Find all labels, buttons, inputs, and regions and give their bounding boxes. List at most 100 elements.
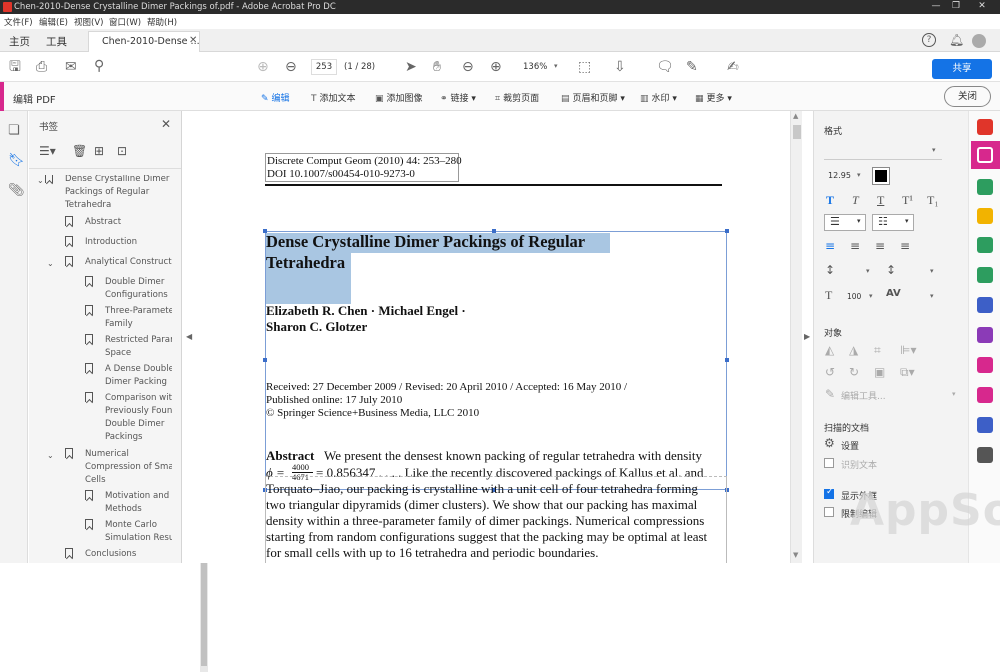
close-panel-icon[interactable]: ✕ — [161, 117, 171, 131]
flip-horizontal-icon[interactable]: ◮ — [849, 343, 858, 357]
link-button[interactable]: ⚭ 链接 ▾ — [440, 91, 476, 104]
bullet-list-select[interactable]: ☰ ▾ — [824, 214, 866, 231]
fit-page-icon[interactable]: ⬚ — [578, 60, 591, 74]
email-icon[interactable]: ✉ — [65, 60, 77, 74]
zoom-level[interactable]: 136% — [523, 62, 547, 72]
gear-icon[interactable]: ⚙ — [824, 436, 835, 450]
export-pdf-icon[interactable] — [977, 179, 993, 195]
align-left-icon[interactable]: ≡ — [825, 239, 835, 253]
comment-tool-icon[interactable] — [977, 208, 993, 224]
font-family-select[interactable]: ▾ — [824, 144, 942, 160]
dropdown-icon[interactable]: ▾ — [857, 171, 861, 179]
prepare-form-icon[interactable] — [977, 357, 993, 373]
resize-handle[interactable] — [725, 229, 729, 233]
menu-window[interactable]: 窗口(W) — [109, 16, 141, 28]
document-scrollbar[interactable]: ▲ ▼ — [790, 111, 802, 563]
dropdown-icon[interactable]: ▾ — [952, 390, 956, 398]
resize-handle[interactable] — [725, 358, 729, 362]
share-button[interactable]: 共享 — [932, 59, 992, 79]
dropdown-icon[interactable]: ▾ — [866, 267, 870, 275]
more-button[interactable]: ▦ 更多 ▾ — [695, 91, 732, 104]
create-pdf-icon[interactable] — [977, 119, 993, 135]
recognize-checkbox[interactable] — [824, 458, 834, 468]
edit-tool-icon[interactable]: ✎ — [825, 387, 835, 401]
send-for-signature-icon[interactable] — [977, 387, 993, 403]
comment-icon[interactable]: 🗨︎ — [656, 60, 674, 74]
subscript-icon[interactable]: T₁ — [927, 193, 939, 208]
arrange-icon[interactable]: ⧉▾ — [900, 365, 915, 380]
organize-pages-icon[interactable] — [977, 267, 993, 283]
dropdown-icon[interactable]: ▾ — [930, 292, 934, 300]
underline-icon[interactable]: T — [877, 193, 884, 208]
new-bookmark-icon[interactable]: ⊞ — [94, 144, 104, 158]
dropdown-icon[interactable]: ▾ — [869, 292, 873, 300]
sign-icon[interactable]: ✍︎ — [727, 60, 739, 74]
scroll-mode-icon[interactable]: ⇩ — [614, 60, 626, 74]
superscript-icon[interactable]: T¹ — [902, 193, 913, 208]
protect-icon[interactable] — [977, 297, 993, 313]
add-image-button[interactable]: ▣ 添加图像 — [375, 91, 423, 104]
flip-vertical-icon[interactable]: ◭ — [825, 343, 834, 357]
menu-help[interactable]: 帮助(H) — [147, 16, 177, 28]
char-spacing-icon[interactable]: AV — [886, 288, 901, 299]
numbered-list-select[interactable]: ☷ ▾ — [872, 214, 914, 231]
rotate-left-icon[interactable]: ↺ — [825, 365, 835, 379]
edit-pdf-icon[interactable] — [977, 147, 993, 163]
watermark-button[interactable]: ▥ 水印 ▾ — [640, 91, 677, 104]
expand-toggle-icon[interactable]: ⌄ — [37, 175, 44, 187]
italic-icon[interactable]: T — [852, 193, 859, 208]
zoom-dropdown-icon[interactable]: ▾ — [554, 62, 558, 70]
paper-title-line1[interactable]: Dense Crystalline Dimer Packings of Regu… — [266, 232, 585, 252]
tab-home[interactable]: 主页 — [9, 34, 30, 49]
scale-value[interactable]: 100 — [847, 292, 861, 301]
horizontal-scale-icon[interactable]: T — [825, 288, 832, 303]
compare-icon[interactable] — [977, 417, 993, 433]
paragraph-spacing-icon[interactable]: ↕ — [886, 263, 896, 277]
magnify-icon[interactable]: ⚲ — [94, 59, 104, 73]
scroll-down-icon[interactable]: ▼ — [793, 551, 798, 559]
more-tools-icon[interactable] — [977, 447, 993, 463]
find-bookmark-icon[interactable]: ⊡ — [117, 144, 127, 158]
hand-tool-icon[interactable]: ✋︎ — [433, 60, 441, 74]
expand-toggle-icon[interactable]: ⌄ — [47, 257, 54, 270]
paper-title-line2[interactable]: Tetrahedra — [266, 253, 345, 273]
menu-file[interactable]: 文件(F) — [4, 16, 33, 28]
resize-handle[interactable] — [263, 358, 267, 362]
font-color-swatch[interactable] — [872, 167, 890, 185]
header-footer-button[interactable]: ▤ 页眉和页脚 ▾ — [561, 91, 625, 104]
combine-files-icon[interactable] — [977, 237, 993, 253]
pages-icon[interactable]: ❏ — [8, 123, 20, 138]
close-edit-button[interactable]: 关闭 — [944, 86, 991, 107]
dropdown-icon[interactable]: ▾ — [930, 267, 934, 275]
select-tool-icon[interactable]: ➤ — [405, 60, 417, 74]
document-view[interactable]: Discrete Comput Geom (2010) 44: 253–280 … — [196, 111, 790, 563]
collapse-right-icon[interactable]: ▶ — [804, 332, 810, 341]
tab-document[interactable]: Chen-2010-Dense ... ✕ — [88, 31, 200, 52]
restore-icon[interactable]: ❐ — [946, 1, 966, 13]
page-number-input[interactable]: 253 — [311, 59, 337, 75]
save-icon[interactable]: 🖫︎ — [9, 60, 21, 74]
collapse-left-icon[interactable]: ◀ — [186, 332, 192, 341]
account-icon[interactable] — [972, 34, 986, 48]
paragraph-box[interactable] — [265, 476, 727, 563]
edit-tools-label[interactable]: 编辑工具... — [841, 389, 886, 402]
page-up-icon[interactable]: ⊕ — [257, 60, 269, 74]
tab-tools[interactable]: 工具 — [46, 34, 67, 49]
page-down-icon[interactable]: ⊖ — [285, 60, 297, 74]
restrict-checkbox[interactable] — [824, 507, 834, 517]
edit-button[interactable]: ✎ 编辑 — [261, 91, 290, 104]
help-icon[interactable]: ? — [922, 33, 936, 47]
attachment-icon[interactable]: 📎︎ — [8, 183, 25, 198]
zoom-in-icon[interactable]: ⊕ — [490, 60, 502, 74]
print-icon[interactable]: ⎙ — [36, 60, 47, 74]
close-window-icon[interactable]: ✕ — [972, 1, 992, 13]
zoom-out-icon[interactable]: ⊖ — [462, 60, 474, 74]
rotate-right-icon[interactable]: ↻ — [849, 365, 859, 379]
close-tab-icon[interactable]: ✕ — [189, 35, 197, 46]
align-center-icon[interactable]: ≡ — [850, 239, 860, 253]
font-size-value[interactable]: 12.95 — [828, 171, 851, 180]
scrollbar-thumb[interactable] — [793, 125, 801, 139]
show-box-checkbox[interactable]: ✓ — [824, 487, 834, 499]
justify-icon[interactable]: ≡ — [900, 239, 910, 253]
bookmark-icon[interactable]: 🔖︎ — [8, 153, 25, 168]
